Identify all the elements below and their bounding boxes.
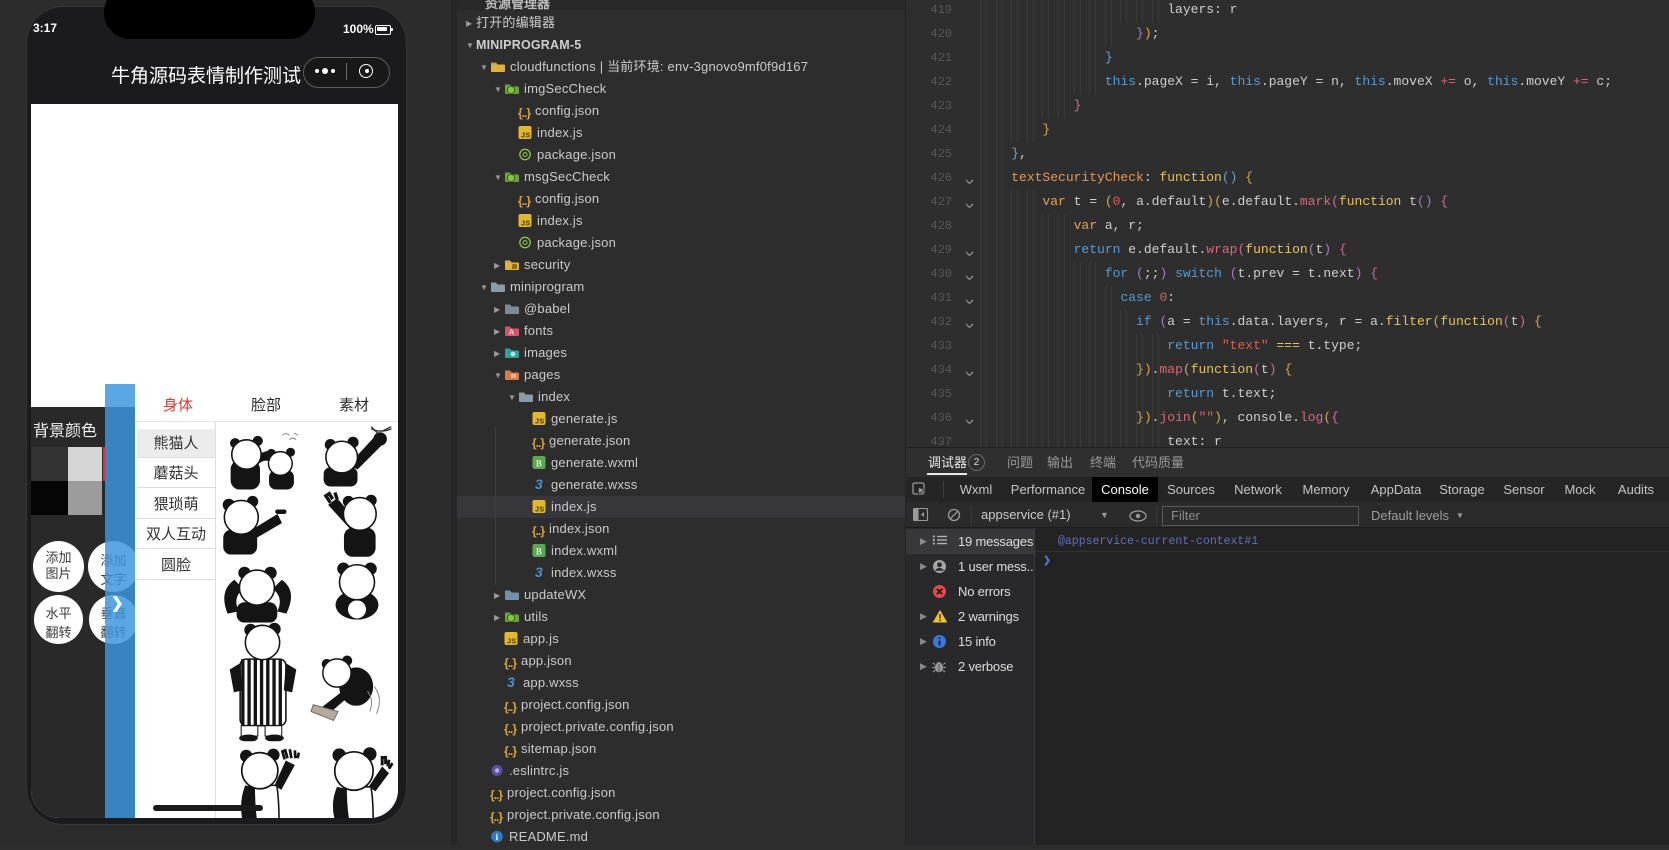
svg-text:JS: JS bbox=[535, 505, 545, 514]
svg-text:3: 3 bbox=[535, 564, 543, 579]
svg-text:B: B bbox=[536, 459, 542, 469]
svg-text:JS: JS bbox=[535, 417, 545, 426]
svg-text:3: 3 bbox=[507, 674, 515, 689]
svg-text:3: 3 bbox=[535, 476, 543, 491]
svg-text:B: B bbox=[536, 547, 542, 557]
svg-text:JS: JS bbox=[507, 637, 517, 646]
svg-text:JS: JS bbox=[521, 219, 531, 228]
svg-text:A: A bbox=[509, 328, 515, 337]
svg-text:i: i bbox=[496, 832, 499, 842]
svg-text:JS: JS bbox=[521, 131, 531, 140]
